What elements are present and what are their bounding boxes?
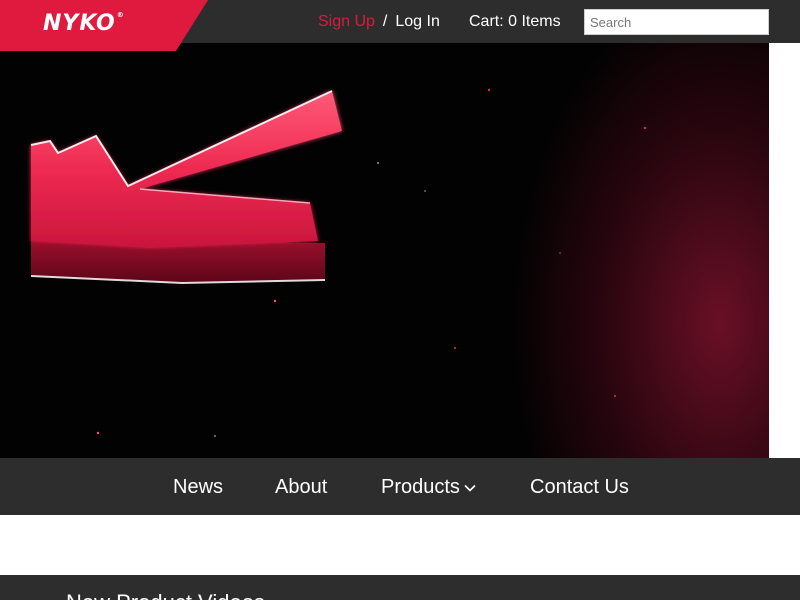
search-input[interactable] [584, 9, 769, 35]
hero-banner [0, 43, 800, 458]
account-links: Sign Up / Log In [318, 13, 440, 31]
log-in-link[interactable]: Log In [395, 13, 439, 30]
hero-video[interactable] [0, 43, 769, 458]
nav-item-news[interactable]: News [173, 476, 223, 499]
account-separator: / [382, 13, 388, 30]
nav-item-about[interactable]: About [275, 476, 327, 499]
main-nav: News About Products Contact Us [0, 458, 800, 515]
hero-arrow-graphic [30, 88, 647, 437]
cart-link[interactable]: Cart: 0 Items [469, 13, 561, 31]
product-videos-section: New Product Videos [0, 575, 800, 600]
nav-item-products[interactable]: Products [381, 476, 476, 499]
logo[interactable]: NYKO® [0, 0, 208, 51]
nav-item-contact-us[interactable]: Contact Us [530, 476, 629, 499]
section-heading: New Product Videos [66, 590, 265, 600]
sign-up-link[interactable]: Sign Up [318, 13, 375, 30]
content-spacer [0, 515, 800, 575]
chevron-down-icon [464, 484, 476, 492]
logo-text: NYKO® [43, 11, 125, 36]
hero-margin [769, 43, 800, 458]
nav-item-products-label: Products [381, 476, 460, 498]
